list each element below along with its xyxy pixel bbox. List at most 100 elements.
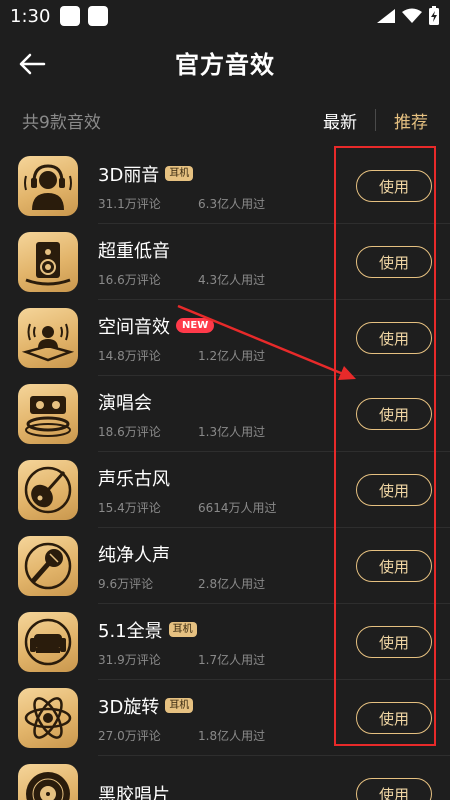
effect-name-line: 3D丽音 耳机 [98, 161, 356, 187]
sort-divider [375, 109, 376, 131]
use-button[interactable]: 使用 [356, 626, 432, 658]
effect-name: 3D丽音 [98, 164, 160, 186]
effect-row[interactable]: 黑胶唱片 使用 [0, 756, 450, 800]
sort-newest-tab[interactable]: 最新 [323, 108, 357, 133]
effect-name-line: 超重低音 [98, 237, 356, 263]
effect-meta: 27.0万评论 1.8亿人用过 [98, 727, 356, 744]
user-count: 1.2亿人用过 [198, 348, 266, 363]
earphone-badge: 耳机 [168, 622, 197, 637]
effect-info: 3D丽音 耳机 31.1万评论 6.3亿人用过 [98, 161, 356, 212]
effect-list: 3D丽音 耳机 31.1万评论 6.3亿人用过 使用 超重低音 16.6万评论 … [0, 148, 450, 800]
effect-thumbnail [18, 536, 78, 596]
effect-info: 超重低音 16.6万评论 4.3亿人用过 [98, 237, 356, 288]
use-button[interactable]: 使用 [356, 322, 432, 354]
effect-row[interactable]: 3D旋转 耳机 27.0万评论 1.8亿人用过 使用 [0, 680, 450, 756]
effect-thumbnail [18, 232, 78, 292]
battery-icon [429, 6, 439, 25]
effect-thumbnail [18, 688, 78, 748]
page-title: 官方音效 [175, 50, 275, 79]
vinyl-record-icon [26, 772, 70, 800]
effect-info: 黑胶唱片 [98, 781, 356, 800]
effect-info: 演唱会 18.6万评论 1.3亿人用过 [98, 389, 356, 440]
signal-icon [377, 9, 395, 23]
effect-name-line: 纯净人声 [98, 541, 356, 567]
effect-info: 5.1全景 耳机 31.9万评论 1.7亿人用过 [98, 617, 356, 668]
user-count: 4.3亿人用过 [198, 272, 266, 287]
user-count: 1.3亿人用过 [198, 424, 266, 439]
effect-meta: 15.4万评论 6614万人用过 [98, 499, 356, 516]
wifi-icon [402, 8, 422, 23]
effect-name-line: 空间音效 NEW [98, 313, 356, 339]
effect-row[interactable]: 空间音效 NEW 14.8万评论 1.2亿人用过 使用 [0, 300, 450, 376]
user-count: 1.8亿人用过 [198, 728, 266, 743]
use-button[interactable]: 使用 [356, 398, 432, 430]
effect-name: 纯净人声 [98, 544, 170, 566]
back-button[interactable] [14, 46, 50, 82]
use-button[interactable]: 使用 [356, 778, 432, 800]
use-button[interactable]: 使用 [356, 474, 432, 506]
comment-count: 9.6万评论 [98, 576, 154, 591]
notification-icon [60, 6, 81, 26]
spatial-audio-icon [22, 323, 74, 362]
headphones-person-icon [24, 164, 72, 210]
effect-thumbnail [18, 308, 78, 368]
effect-info: 3D旋转 耳机 27.0万评论 1.8亿人用过 [98, 693, 356, 744]
app-bar: 官方音效 [0, 32, 450, 92]
effect-name: 空间音效 [98, 316, 170, 338]
effect-meta: 31.9万评论 1.7亿人用过 [98, 651, 356, 668]
effect-name-line: 演唱会 [98, 389, 356, 415]
effect-info: 空间音效 NEW 14.8万评论 1.2亿人用过 [98, 313, 356, 364]
effect-row[interactable]: 3D丽音 耳机 31.1万评论 6.3亿人用过 使用 [0, 148, 450, 224]
effect-meta: 31.1万评论 6.3亿人用过 [98, 195, 356, 212]
effect-row[interactable]: 超重低音 16.6万评论 4.3亿人用过 使用 [0, 224, 450, 300]
effect-thumbnail [18, 384, 78, 444]
comment-count: 14.8万评论 [98, 348, 161, 363]
effect-meta: 9.6万评论 2.8亿人用过 [98, 575, 356, 592]
effect-thumbnail [18, 764, 78, 800]
effect-meta: 18.6万评论 1.3亿人用过 [98, 423, 356, 440]
effect-meta: 16.6万评论 4.3亿人用过 [98, 271, 356, 288]
effect-name-line: 声乐古风 [98, 465, 356, 491]
use-button[interactable]: 使用 [356, 170, 432, 202]
effect-meta: 14.8万评论 1.2亿人用过 [98, 347, 356, 364]
user-count: 6.3亿人用过 [198, 196, 266, 211]
comment-count: 18.6万评论 [98, 424, 161, 439]
microphone-icon [24, 542, 72, 590]
effect-name-line: 黑胶唱片 [98, 781, 356, 800]
speaker-icon [25, 242, 71, 286]
effect-thumbnail [18, 612, 78, 672]
status-bar: 1:30 [0, 0, 450, 32]
status-icons [376, 6, 440, 26]
comment-count: 15.4万评论 [98, 500, 161, 515]
use-button[interactable]: 使用 [356, 550, 432, 582]
comment-count: 31.1万评论 [98, 196, 161, 211]
effect-name: 演唱会 [98, 392, 152, 414]
effect-info: 纯净人声 9.6万评论 2.8亿人用过 [98, 541, 356, 592]
earphone-badge: 耳机 [165, 698, 194, 713]
back-arrow-icon [19, 53, 46, 75]
status-time: 1:30 [10, 5, 51, 27]
earphone-badge: 耳机 [165, 166, 194, 181]
use-button[interactable]: 使用 [356, 702, 432, 734]
filter-bar: 共9款音效 最新 推荐 [0, 92, 450, 148]
effect-name: 声乐古风 [98, 468, 170, 490]
effect-name: 3D旋转 [98, 696, 160, 718]
effect-row[interactable]: 演唱会 18.6万评论 1.3亿人用过 使用 [0, 376, 450, 452]
surround-sofa-icon [24, 618, 72, 666]
comment-count: 31.9万评论 [98, 652, 161, 667]
effect-row[interactable]: 5.1全景 耳机 31.9万评论 1.7亿人用过 使用 [0, 604, 450, 680]
effect-thumbnail [18, 156, 78, 216]
effect-name-line: 5.1全景 耳机 [98, 617, 356, 643]
user-count: 1.7亿人用过 [198, 652, 266, 667]
effect-row[interactable]: 纯净人声 9.6万评论 2.8亿人用过 使用 [0, 528, 450, 604]
pipa-instrument-icon [24, 466, 72, 514]
sort-recommend-tab[interactable]: 推荐 [394, 108, 428, 133]
use-button[interactable]: 使用 [356, 246, 432, 278]
effect-name: 超重低音 [98, 240, 170, 262]
concert-stage-icon [25, 396, 71, 437]
effect-row[interactable]: 声乐古风 15.4万评论 6614万人用过 使用 [0, 452, 450, 528]
orbit-atom-icon [24, 697, 72, 739]
effect-name-line: 3D旋转 耳机 [98, 693, 356, 719]
comment-count: 16.6万评论 [98, 272, 161, 287]
effect-count: 共9款音效 [22, 112, 101, 133]
